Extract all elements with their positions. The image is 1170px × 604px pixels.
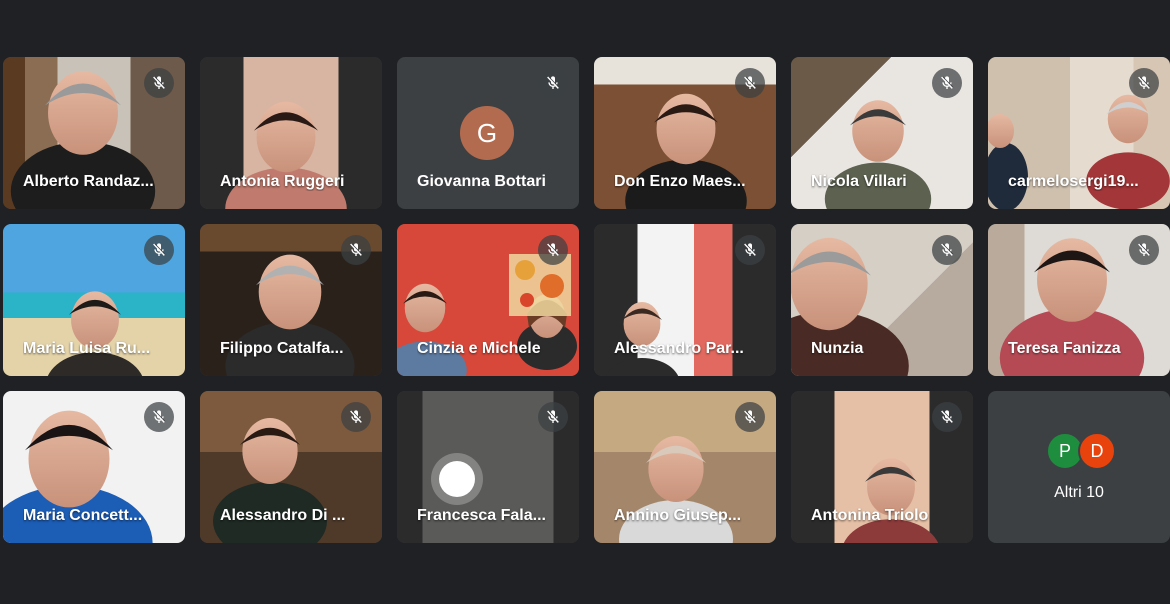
participant-tile[interactable]: Antonia Ruggeri — [200, 57, 382, 209]
participant-name: Don Enzo Maes... — [614, 173, 746, 190]
participant-tile[interactable]: Annino Giusep... — [594, 391, 776, 543]
participant-name: carmelosergi19... — [1008, 173, 1139, 190]
participant-name: Nicola Villari — [811, 173, 907, 190]
participant-tile[interactable]: Filippo Catalfa... — [200, 224, 382, 376]
participant-name: Antonia Ruggeri — [220, 173, 345, 190]
participant-name: Antonina Triolo — [811, 507, 929, 524]
participant-tile[interactable]: G Giovanna Bottari — [397, 57, 579, 209]
participant-tile[interactable]: Nicola Villari — [791, 57, 973, 209]
mic-off-icon — [144, 402, 174, 432]
mic-off-icon — [735, 402, 765, 432]
participant-grid: Alberto Randaz... Antonia Ruggeri G Giovann… — [3, 57, 1170, 543]
participant-tile[interactable]: Alessandro Par... — [594, 224, 776, 376]
participant-name: Giovanna Bottari — [417, 173, 546, 190]
participant-tile[interactable]: Alberto Randaz... — [3, 57, 185, 209]
more-avatars: PD — [1046, 432, 1120, 470]
participant-name: Alberto Randaz... — [23, 173, 154, 190]
mic-off-icon — [538, 235, 568, 265]
mic-off-icon — [735, 235, 765, 265]
participant-name: Nunzia — [811, 340, 864, 357]
mic-off-icon — [144, 68, 174, 98]
mic-off-icon — [538, 402, 568, 432]
participant-name: Annino Giusep... — [614, 507, 742, 524]
mic-off-icon — [932, 235, 962, 265]
participant-name: Alessandro Par... — [614, 340, 744, 357]
participant-name: Teresa Fanizza — [1008, 340, 1121, 357]
more-participants-label: Altri 10 — [1054, 484, 1104, 501]
participant-tile[interactable]: Alessandro Di ... — [200, 391, 382, 543]
participant-tile[interactable]: Maria Luisa Ru... — [3, 224, 185, 376]
mic-off-icon — [538, 68, 568, 98]
participant-tile[interactable]: Antonina Triolo — [791, 391, 973, 543]
mic-off-icon — [144, 235, 174, 265]
participant-avatar: D — [1078, 432, 1116, 470]
participant-name: Maria Concett... — [23, 507, 143, 524]
mic-off-icon — [932, 402, 962, 432]
participant-name: Filippo Catalfa... — [220, 340, 344, 357]
participant-tile[interactable]: Teresa Fanizza — [988, 224, 1170, 376]
participant-name: Cinzia e Michele — [417, 340, 541, 357]
participant-avatar: G — [460, 106, 514, 160]
participant-name: Francesca Fala... — [417, 507, 546, 524]
participant-name: Maria Luisa Ru... — [23, 340, 151, 357]
participant-tile[interactable]: carmelosergi19... — [988, 57, 1170, 209]
participant-tile[interactable]: Nunzia — [791, 224, 973, 376]
mic-off-icon — [1129, 68, 1159, 98]
mic-off-icon — [1129, 235, 1159, 265]
participant-tile[interactable]: Don Enzo Maes... — [594, 57, 776, 209]
participant-tile[interactable]: Maria Concett... — [3, 391, 185, 543]
participant-tile[interactable]: Francesca Fala... — [397, 391, 579, 543]
more-participants-tile[interactable]: P D Altri 10 — [988, 391, 1170, 543]
participant-name: Alessandro Di ... — [220, 507, 346, 524]
participant-tile[interactable]: Cinzia e Michele — [397, 224, 579, 376]
mic-off-icon — [735, 68, 765, 98]
mic-off-icon — [341, 235, 371, 265]
mic-off-icon — [932, 68, 962, 98]
mic-off-icon — [341, 402, 371, 432]
